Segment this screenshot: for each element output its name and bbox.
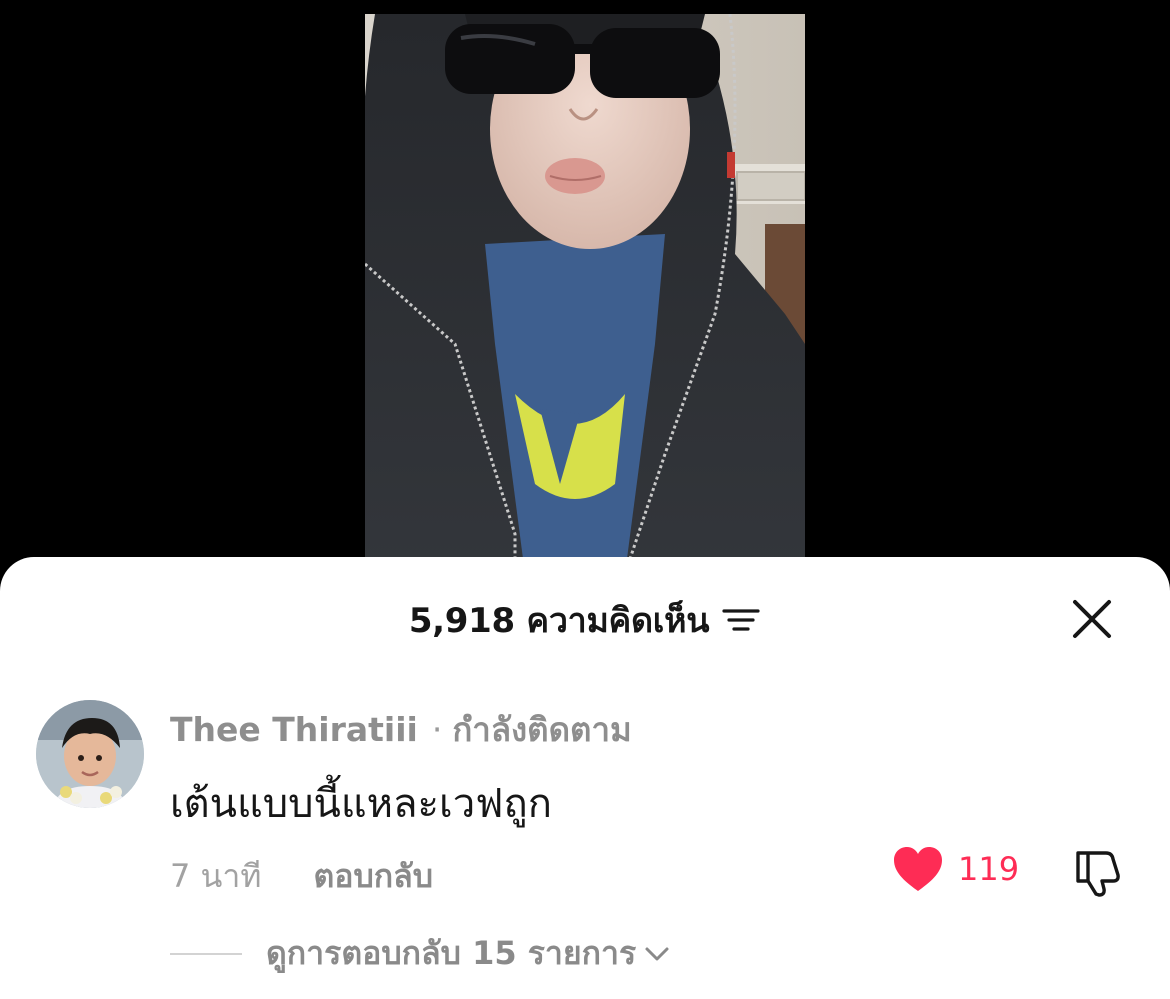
avatar-image xyxy=(36,700,144,808)
close-icon xyxy=(1073,600,1111,638)
comment-username[interactable]: Thee Thiratiii xyxy=(170,710,418,749)
separator-dot: · xyxy=(431,710,443,749)
comment-time: 7 นาที xyxy=(170,857,262,895)
like-count: 119 xyxy=(958,850,1020,888)
view-replies-label: ดูการตอบกลับ 15 รายการ xyxy=(266,934,637,972)
avatar[interactable] xyxy=(36,700,144,808)
follow-status: กำลังติดตาม xyxy=(452,710,632,749)
replies-divider xyxy=(170,952,242,955)
video-frame-image xyxy=(365,14,805,574)
comments-title-wrap[interactable]: 5,918 ความคิดเห็น xyxy=(409,593,761,647)
reply-button[interactable]: ตอบกลับ xyxy=(313,851,433,902)
comments-sheet: 5,918 ความคิดเห็น Thee Thiratiii · กำลัง… xyxy=(0,557,1170,999)
thumbs-down-icon xyxy=(1076,851,1120,897)
dislike-button[interactable] xyxy=(1072,847,1124,899)
like-button[interactable]: 119 xyxy=(892,845,1019,893)
comments-header: 5,918 ความคิดเห็น xyxy=(0,595,1170,645)
comments-count-title: 5,918 ความคิดเห็น xyxy=(408,601,710,641)
comment-text: เต้นแบบนี้แหละเวฟถูก xyxy=(170,781,552,827)
close-button[interactable] xyxy=(1068,595,1116,643)
comment-meta: 7 นาที ตอบกลับ xyxy=(170,851,433,902)
comment-header: Thee Thiratiii · กำลังติดตาม xyxy=(170,703,632,756)
chevron-down-icon xyxy=(645,947,669,960)
app-screen: 5,918 ความคิดเห็น Thee Thiratiii · กำลัง… xyxy=(0,0,1170,999)
view-replies-button[interactable]: ดูการตอบกลับ 15 รายการ xyxy=(170,928,670,979)
sort-lines-icon[interactable] xyxy=(721,605,761,635)
heart-icon xyxy=(894,847,942,891)
video-player[interactable] xyxy=(365,14,805,574)
